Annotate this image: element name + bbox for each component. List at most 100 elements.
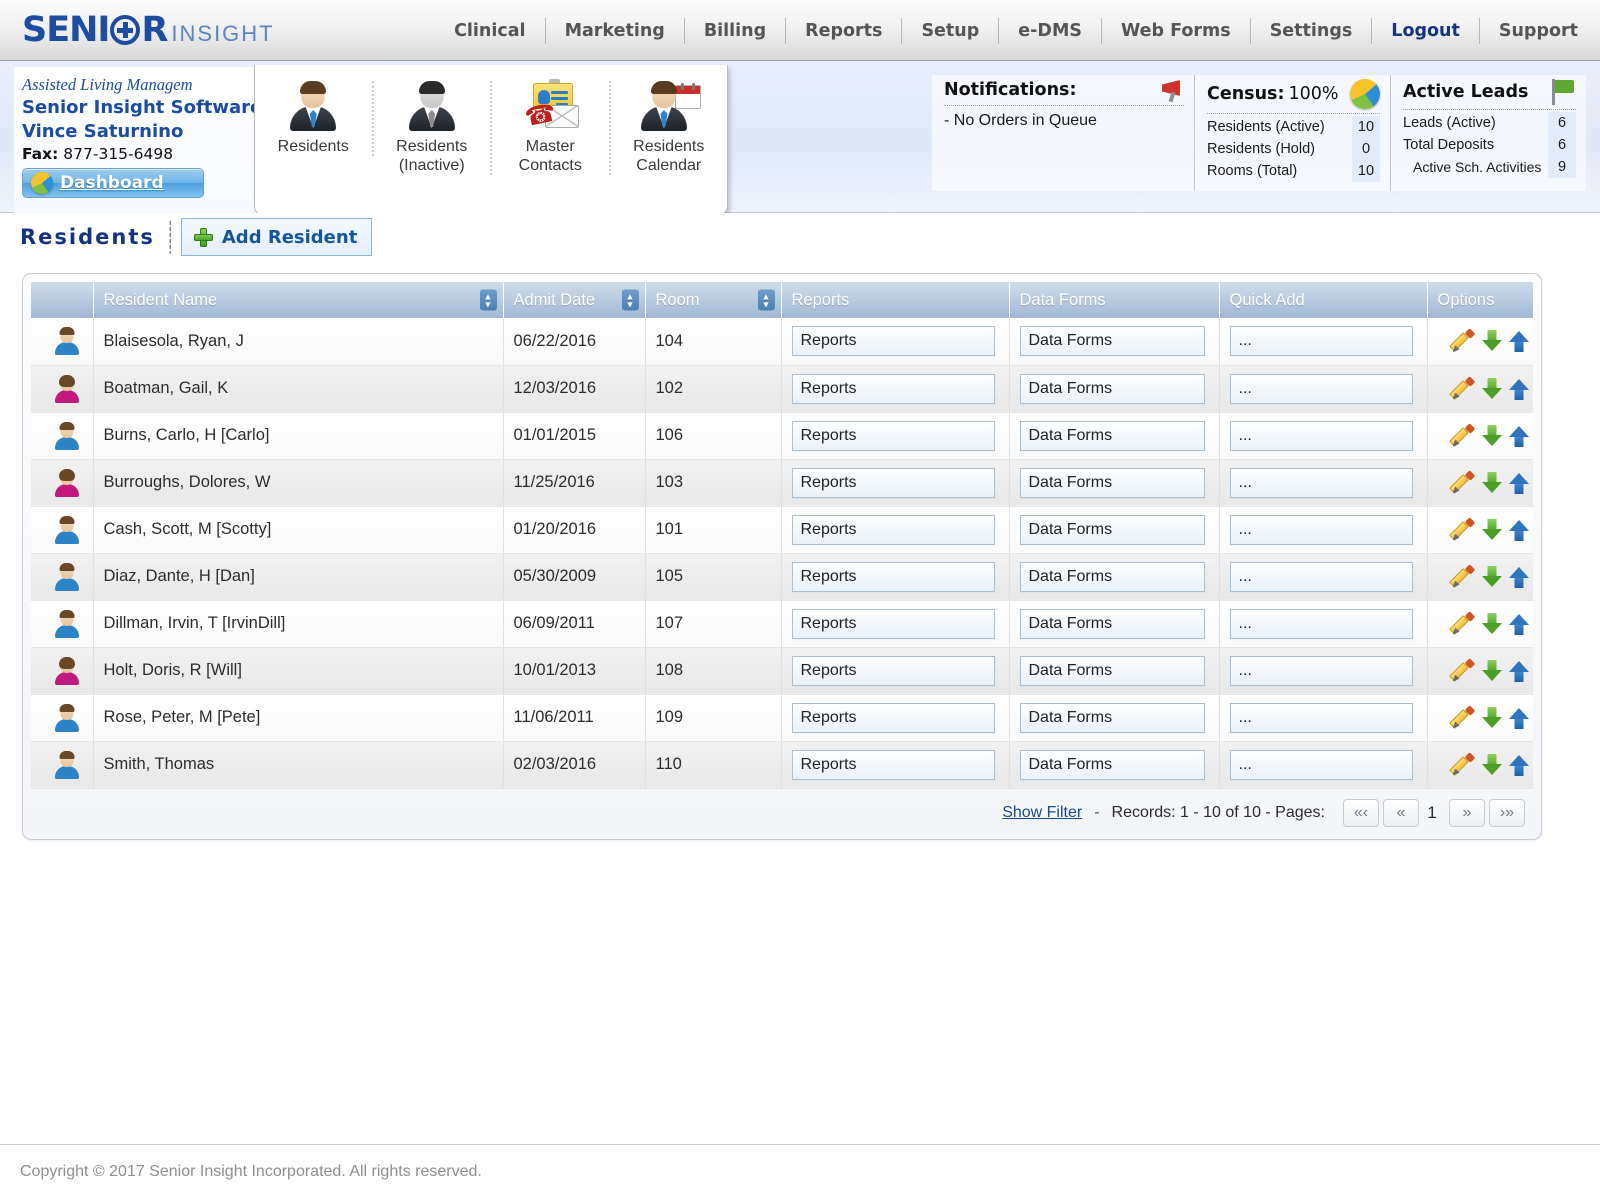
data-forms-button[interactable]: Data Forms [1020, 656, 1205, 686]
cell-reports: Reports [781, 506, 1009, 553]
flyout-item-residents-inactive[interactable]: Residents (Inactive) [374, 81, 493, 175]
reports-button[interactable]: Reports [792, 609, 995, 639]
edit-pencil-icon[interactable] [1452, 424, 1476, 448]
nav-web-forms[interactable]: Web Forms [1102, 18, 1251, 44]
sort-toggle-room[interactable]: ▲▼ [758, 290, 775, 311]
table-row[interactable]: Smith, Thomas02/03/2016110ReportsData Fo… [31, 741, 1533, 788]
table-row[interactable]: Rose, Peter, M [Pete]11/06/2011109Report… [31, 694, 1533, 741]
reports-button[interactable]: Reports [792, 468, 995, 498]
pager-first-button[interactable]: «‹ [1343, 799, 1379, 827]
reports-button[interactable]: Reports [792, 515, 995, 545]
quick-add-button[interactable]: ... [1230, 562, 1413, 592]
dashboard-button[interactable]: Dashboard [22, 168, 204, 198]
table-row[interactable]: Burns, Carlo, H [Carlo]01/01/2015106Repo… [31, 412, 1533, 459]
move-down-arrow-icon[interactable] [1481, 612, 1503, 636]
data-forms-button[interactable]: Data Forms [1020, 374, 1205, 404]
add-resident-button[interactable]: Add Resident [181, 218, 372, 256]
sort-toggle-resident-name[interactable]: ▲▼ [480, 290, 497, 311]
move-up-arrow-icon[interactable] [1508, 329, 1530, 353]
edit-pencil-icon[interactable] [1452, 612, 1476, 636]
data-forms-button[interactable]: Data Forms [1020, 562, 1205, 592]
pager-prev-button[interactable]: « [1383, 799, 1419, 827]
app-logo[interactable]: SENIR INSIGHT [22, 10, 275, 50]
move-down-arrow-icon[interactable] [1481, 424, 1503, 448]
edit-pencil-icon[interactable] [1452, 518, 1476, 542]
edit-pencil-icon[interactable] [1452, 471, 1476, 495]
pager-current-page[interactable]: 1 [1419, 803, 1445, 823]
data-forms-button[interactable]: Data Forms [1020, 750, 1205, 780]
quick-add-button[interactable]: ... [1230, 703, 1413, 733]
nav-clinical[interactable]: Clinical [435, 18, 545, 44]
sort-toggle-admit-date[interactable]: ▲▼ [622, 290, 639, 311]
nav-logout[interactable]: Logout [1372, 18, 1480, 44]
move-down-arrow-icon[interactable] [1481, 329, 1503, 353]
move-down-arrow-icon[interactable] [1481, 518, 1503, 542]
data-forms-button[interactable]: Data Forms [1020, 515, 1205, 545]
move-up-arrow-icon[interactable] [1508, 518, 1530, 542]
pager-next-button[interactable]: » [1449, 799, 1485, 827]
move-up-arrow-icon[interactable] [1508, 659, 1530, 683]
move-up-arrow-icon[interactable] [1508, 753, 1530, 777]
move-down-arrow-icon[interactable] [1481, 706, 1503, 730]
table-row[interactable]: Cash, Scott, M [Scotty]01/20/2016101Repo… [31, 506, 1533, 553]
flyout-item-residents-calendar[interactable]: Residents Calendar [611, 81, 728, 175]
table-row[interactable]: Boatman, Gail, K12/03/2016102ReportsData… [31, 365, 1533, 412]
nav-marketing[interactable]: Marketing [546, 18, 685, 44]
reports-button[interactable]: Reports [792, 562, 995, 592]
flyout-item-master-contacts[interactable]: ☎ Master Contacts [492, 81, 611, 175]
data-forms-button[interactable]: Data Forms [1020, 609, 1205, 639]
table-row[interactable]: Burroughs, Dolores, W11/25/2016103Report… [31, 459, 1533, 506]
quick-add-button[interactable]: ... [1230, 326, 1413, 356]
edit-pencil-icon[interactable] [1452, 659, 1476, 683]
data-forms-button[interactable]: Data Forms [1020, 703, 1205, 733]
move-up-arrow-icon[interactable] [1508, 424, 1530, 448]
edit-pencil-icon[interactable] [1452, 753, 1476, 777]
data-forms-button[interactable]: Data Forms [1020, 326, 1205, 356]
move-up-arrow-icon[interactable] [1508, 471, 1530, 495]
edit-pencil-icon[interactable] [1452, 329, 1476, 353]
table-row[interactable]: Diaz, Dante, H [Dan]05/30/2009105Reports… [31, 553, 1533, 600]
reports-button[interactable]: Reports [792, 656, 995, 686]
move-down-arrow-icon[interactable] [1481, 377, 1503, 401]
nav-billing[interactable]: Billing [685, 18, 786, 44]
move-down-arrow-icon[interactable] [1481, 753, 1503, 777]
column-resident-name[interactable]: Resident Name ▲▼ [93, 282, 503, 318]
move-down-arrow-icon[interactable] [1481, 565, 1503, 589]
column-room[interactable]: Room ▲▼ [645, 282, 781, 318]
move-up-arrow-icon[interactable] [1508, 377, 1530, 401]
table-row[interactable]: Holt, Doris, R [Will]10/01/2013108Report… [31, 647, 1533, 694]
flyout-item-residents[interactable]: Residents [255, 81, 374, 156]
show-filter-link[interactable]: Show Filter [1002, 804, 1082, 822]
quick-add-button[interactable]: ... [1230, 609, 1413, 639]
quick-add-button[interactable]: ... [1230, 515, 1413, 545]
reports-button[interactable]: Reports [792, 750, 995, 780]
column-admit-date[interactable]: Admit Date ▲▼ [503, 282, 645, 318]
nav-reports[interactable]: Reports [786, 18, 902, 44]
table-row[interactable]: Dillman, Irvin, T [IrvinDill]06/09/20111… [31, 600, 1533, 647]
table-row[interactable]: Blaisesola, Ryan, J06/22/2016104ReportsD… [31, 318, 1533, 365]
quick-add-button[interactable]: ... [1230, 750, 1413, 780]
quick-add-button[interactable]: ... [1230, 468, 1413, 498]
reports-button[interactable]: Reports [792, 421, 995, 451]
quick-add-button[interactable]: ... [1230, 421, 1413, 451]
move-up-arrow-icon[interactable] [1508, 565, 1530, 589]
nav-support[interactable]: Support [1480, 18, 1584, 44]
nav-settings[interactable]: Settings [1251, 18, 1373, 44]
reports-button[interactable]: Reports [792, 326, 995, 356]
quick-add-button[interactable]: ... [1230, 374, 1413, 404]
reports-button[interactable]: Reports [792, 703, 995, 733]
move-up-arrow-icon[interactable] [1508, 706, 1530, 730]
pager-last-button[interactable]: ›» [1489, 799, 1525, 827]
data-forms-button[interactable]: Data Forms [1020, 421, 1205, 451]
reports-button[interactable]: Reports [792, 374, 995, 404]
edit-pencil-icon[interactable] [1452, 377, 1476, 401]
nav-edms[interactable]: e-DMS [999, 18, 1102, 44]
nav-setup[interactable]: Setup [902, 18, 999, 44]
move-down-arrow-icon[interactable] [1481, 471, 1503, 495]
move-up-arrow-icon[interactable] [1508, 612, 1530, 636]
quick-add-button[interactable]: ... [1230, 656, 1413, 686]
data-forms-button[interactable]: Data Forms [1020, 468, 1205, 498]
edit-pencil-icon[interactable] [1452, 565, 1476, 589]
edit-pencil-icon[interactable] [1452, 706, 1476, 730]
move-down-arrow-icon[interactable] [1481, 659, 1503, 683]
